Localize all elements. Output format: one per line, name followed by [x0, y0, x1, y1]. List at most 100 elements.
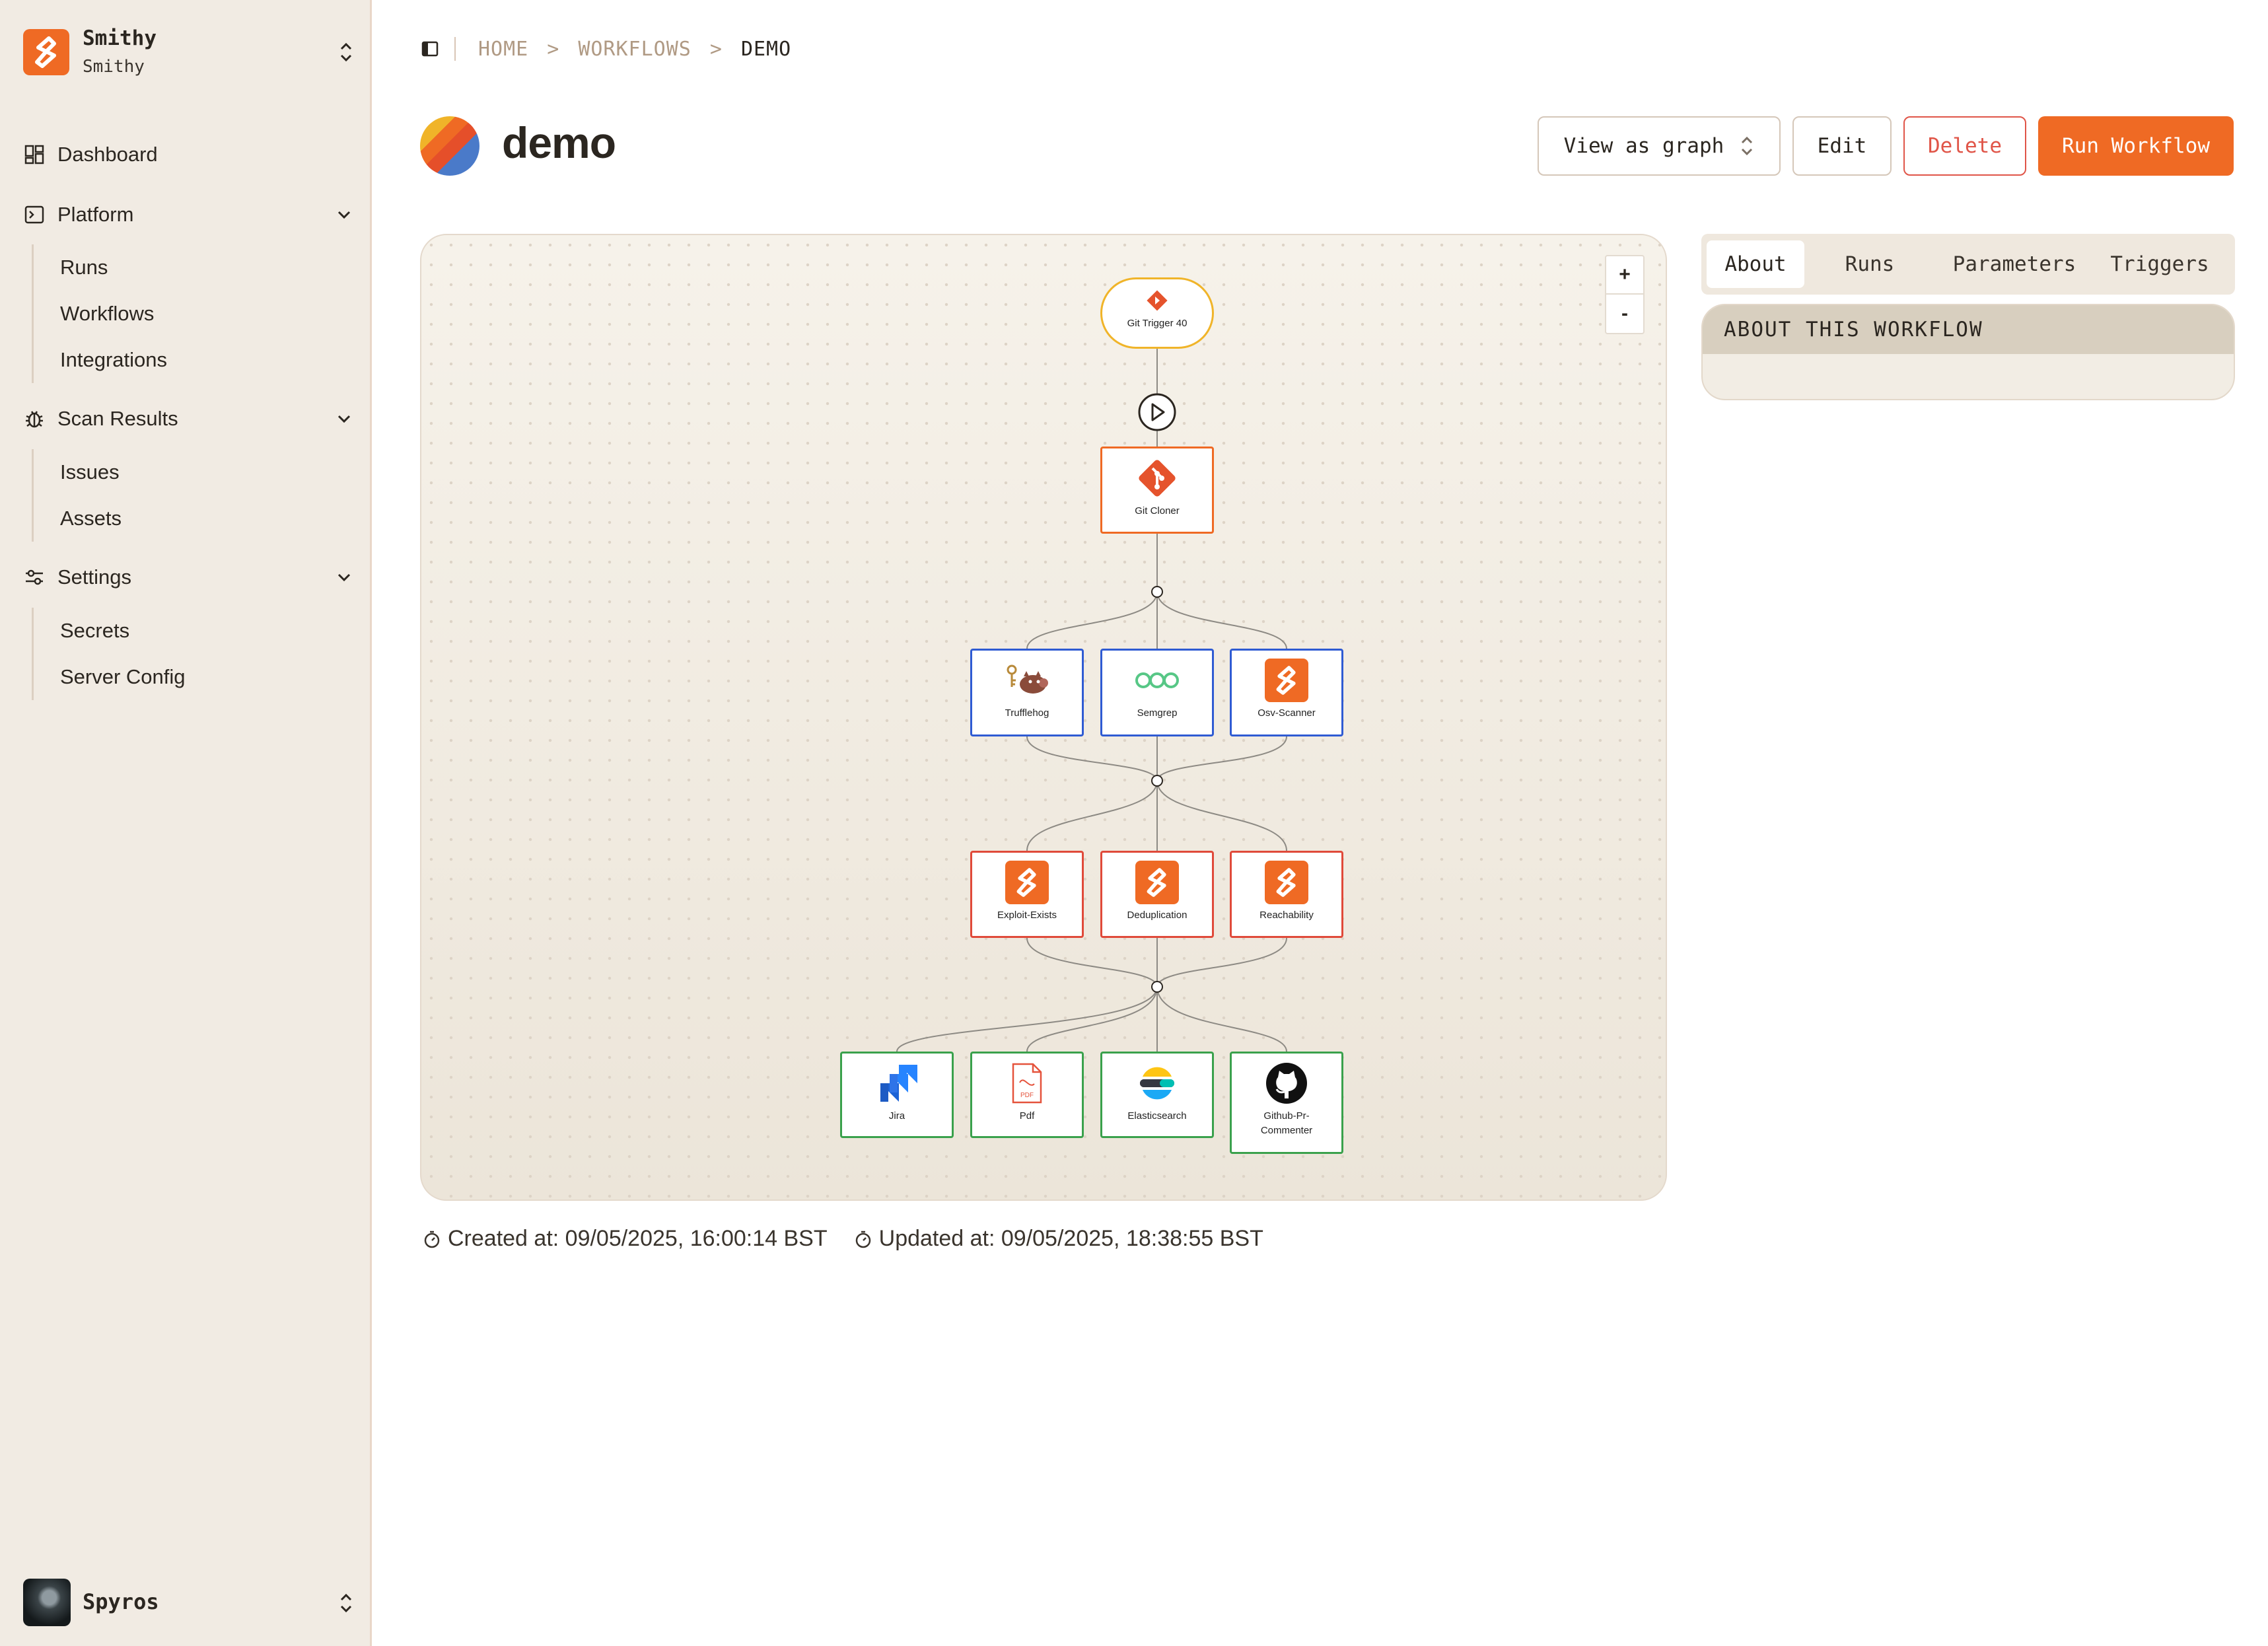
- node-deduplication[interactable]: Deduplication: [1100, 851, 1214, 938]
- node-label: Pdf: [1019, 1110, 1035, 1122]
- git-icon: [1134, 458, 1180, 499]
- team-subtitle: Smithy: [83, 57, 145, 77]
- workflow-timestamps: Created at: 09/05/2025, 16:00:14 BST Upd…: [423, 1226, 1290, 1252]
- chevron-right-icon: >: [547, 37, 560, 61]
- pdf-file-icon: PDF: [1004, 1063, 1050, 1104]
- sidebar: Smithy Smithy Dashboard Platform Runs Wo…: [0, 0, 372, 1646]
- divider: [454, 37, 456, 61]
- node-label: Reachability: [1259, 910, 1314, 921]
- tab-runs[interactable]: Runs: [1804, 240, 1935, 288]
- chevron-down-icon[interactable]: [335, 205, 353, 224]
- chevrons-up-down-icon: [340, 42, 352, 62]
- node-label: Trufflehog: [1005, 707, 1049, 719]
- workflow-logo: [420, 116, 479, 176]
- settings-submenu: Secrets Server Config: [32, 608, 186, 700]
- chevron-down-icon[interactable]: [335, 568, 353, 587]
- avatar: [23, 1579, 71, 1626]
- git-trigger-icon: [1144, 287, 1170, 314]
- edit-button[interactable]: Edit: [1792, 116, 1892, 176]
- chevrons-up-down-icon: [1742, 136, 1753, 156]
- nav-settings[interactable]: Settings: [23, 559, 353, 596]
- view-as-select[interactable]: View as graph: [1538, 116, 1781, 176]
- node-label: Osv-Scanner: [1258, 707, 1316, 719]
- node-label: Jira: [888, 1110, 905, 1122]
- node-label: Elasticsearch: [1127, 1110, 1187, 1122]
- sidebar-item-issues[interactable]: Issues: [34, 449, 122, 495]
- breadcrumb: HOME > WORKFLOWS > DEMO: [420, 34, 791, 63]
- updated-at: Updated at: 09/05/2025, 18:38:55 BST: [854, 1226, 1263, 1252]
- nav-settings-label: Settings: [57, 565, 132, 589]
- nav-dashboard-label: Dashboard: [57, 143, 158, 166]
- zoom-out-button[interactable]: -: [1606, 295, 1643, 333]
- github-icon: [1263, 1063, 1310, 1104]
- node-trufflehog[interactable]: Trufflehog: [970, 649, 1084, 736]
- sidebar-item-assets[interactable]: Assets: [34, 495, 122, 542]
- chevron-down-icon[interactable]: [335, 410, 353, 428]
- delete-button[interactable]: Delete: [1903, 116, 2026, 176]
- node-osv-scanner[interactable]: Osv-Scanner: [1230, 649, 1343, 736]
- nav-platform[interactable]: Platform: [23, 196, 353, 233]
- platform-submenu: Runs Workflows Integrations: [32, 244, 167, 383]
- zoom-in-button[interactable]: +: [1606, 256, 1643, 295]
- dashboard-icon: [23, 143, 46, 166]
- nav-scan-results-label: Scan Results: [57, 407, 178, 430]
- breadcrumb-workflows[interactable]: WORKFLOWS: [578, 38, 691, 61]
- nav-platform-label: Platform: [57, 203, 134, 226]
- team-switcher[interactable]: Smithy Smithy: [23, 26, 353, 77]
- tab-about[interactable]: About: [1707, 240, 1804, 288]
- tab-triggers[interactable]: Triggers: [2094, 240, 2226, 288]
- smithy-logo-icon: [1263, 861, 1310, 904]
- node-git-trigger[interactable]: Git Trigger 40: [1100, 277, 1214, 349]
- nav-scan-results[interactable]: Scan Results: [23, 400, 353, 437]
- smithy-logo-icon: [1263, 659, 1310, 702]
- node-label: Semgrep: [1137, 707, 1178, 719]
- sidebar-item-integrations[interactable]: Integrations: [34, 337, 167, 383]
- svg-text:PDF: PDF: [1020, 1092, 1034, 1099]
- sidebar-item-workflows[interactable]: Workflows: [34, 291, 167, 337]
- node-label: Git Trigger 40: [1127, 318, 1187, 329]
- team-name: Smithy: [83, 26, 157, 50]
- page-title: demo: [502, 118, 616, 167]
- node-elasticsearch[interactable]: Elasticsearch: [1100, 1052, 1214, 1138]
- scan-results-submenu: Issues Assets: [32, 449, 122, 542]
- nav-dashboard[interactable]: Dashboard: [23, 136, 353, 173]
- sliders-icon: [23, 566, 46, 589]
- smithy-logo-icon: [1134, 861, 1180, 904]
- run-workflow-button[interactable]: Run Workflow: [2038, 116, 2234, 176]
- created-at: Created at: 09/05/2025, 16:00:14 BST: [423, 1226, 828, 1252]
- about-panel: ABOUT THIS WORKFLOW: [1701, 304, 2235, 400]
- node-reachability[interactable]: Reachability: [1230, 851, 1343, 938]
- chevrons-up-down-icon: [340, 1593, 352, 1613]
- sidebar-item-secrets[interactable]: Secrets: [34, 608, 186, 654]
- jira-icon: [874, 1063, 920, 1104]
- node-github-pr-commenter[interactable]: Github-Pr- Commenter: [1230, 1052, 1343, 1154]
- node-pdf[interactable]: PDF Pdf: [970, 1052, 1084, 1138]
- user-name: Spyros: [83, 1589, 159, 1614]
- sidebar-item-runs[interactable]: Runs: [34, 244, 167, 291]
- zoom-controls: + -: [1605, 255, 1645, 334]
- node-exploit-exists[interactable]: Exploit-Exists: [970, 851, 1084, 938]
- node-label: Github-Pr- Commenter: [1260, 1110, 1313, 1136]
- view-as-label: View as graph: [1563, 134, 1724, 158]
- created-at-text: Created at: 09/05/2025, 16:00:14 BST: [448, 1226, 828, 1251]
- bug-icon: [23, 408, 46, 430]
- updated-at-text: Updated at: 09/05/2025, 18:38:55 BST: [878, 1226, 1263, 1251]
- sidebar-toggle-icon[interactable]: [420, 39, 440, 59]
- tab-parameters[interactable]: Parameters: [1935, 240, 2094, 288]
- node-semgrep[interactable]: Semgrep: [1100, 649, 1214, 736]
- breadcrumb-home[interactable]: HOME: [478, 38, 528, 61]
- node-label: Git Cloner: [1135, 505, 1180, 517]
- timer-icon: [424, 1231, 440, 1248]
- node-label: Exploit-Exists: [997, 910, 1057, 921]
- breadcrumb-current: DEMO: [740, 37, 792, 61]
- smithy-logo-icon: [23, 29, 69, 75]
- sidebar-item-server-config[interactable]: Server Config: [34, 654, 186, 700]
- elasticsearch-icon: [1134, 1063, 1180, 1104]
- node-jira[interactable]: Jira: [840, 1052, 954, 1138]
- node-git-cloner[interactable]: Git Cloner: [1100, 447, 1214, 534]
- terminal-icon: [23, 203, 46, 226]
- user-menu[interactable]: Spyros: [23, 1579, 353, 1626]
- detail-tabs: About Runs Parameters Triggers: [1701, 234, 2235, 295]
- chevron-right-icon: >: [709, 37, 723, 61]
- timer-icon: [855, 1231, 870, 1248]
